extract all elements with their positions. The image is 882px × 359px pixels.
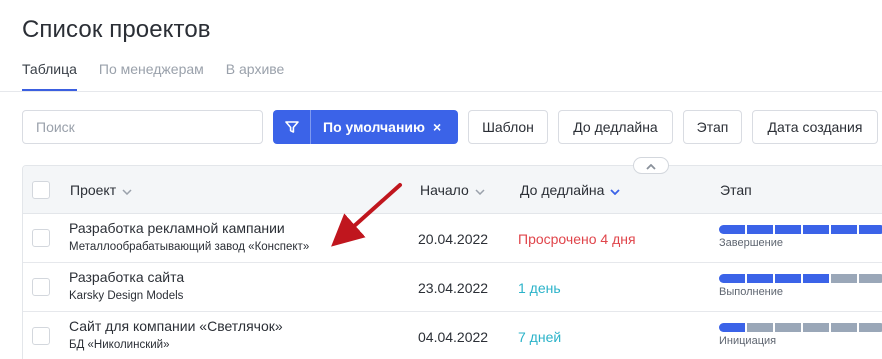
project-client: Металлообрабатывающий завод «Конспект» bbox=[69, 241, 310, 253]
table-header: Проект Начало До дедлайна Этап bbox=[23, 166, 882, 214]
chevron-up-icon bbox=[646, 157, 656, 175]
project-title[interactable]: Разработка сайта bbox=[69, 269, 184, 285]
select-all-checkbox[interactable] bbox=[32, 181, 50, 199]
view-tabs: Таблица По менеджерам В архиве bbox=[22, 61, 306, 91]
filter-label: По умолчанию bbox=[323, 119, 425, 135]
default-filter-button[interactable]: По умолчанию × bbox=[273, 110, 458, 144]
project-client: БД «Николинский» bbox=[69, 339, 170, 351]
stage-segment bbox=[775, 274, 801, 283]
chevron-down-icon bbox=[475, 182, 485, 198]
project-start-date: 04.04.2022 bbox=[418, 329, 489, 345]
search-input[interactable]: Поиск bbox=[22, 110, 263, 144]
stage-progress: Выполнение bbox=[719, 274, 882, 298]
chip-deadline[interactable]: До дедлайна bbox=[558, 110, 673, 144]
project-deadline: 1 день bbox=[518, 280, 561, 296]
close-icon[interactable]: × bbox=[433, 119, 441, 135]
page-title: Список проектов bbox=[22, 16, 211, 43]
stage-segment bbox=[831, 274, 857, 283]
stage-segments bbox=[719, 225, 882, 234]
stage-progress: Инициация bbox=[719, 323, 882, 347]
collapse-filters-button[interactable] bbox=[633, 157, 669, 174]
stage-segment bbox=[719, 225, 745, 234]
project-deadline: Просрочено 4 дня bbox=[518, 231, 636, 247]
chevron-down-icon bbox=[122, 182, 132, 198]
stage-segment bbox=[859, 323, 882, 332]
stage-segment bbox=[803, 274, 829, 283]
stage-segment bbox=[831, 225, 857, 234]
column-stage[interactable]: Этап bbox=[720, 182, 752, 198]
stage-segment bbox=[775, 323, 801, 332]
stage-segment bbox=[803, 225, 829, 234]
row-checkbox[interactable] bbox=[32, 278, 50, 296]
stage-segment bbox=[747, 274, 773, 283]
project-start-date: 20.04.2022 bbox=[418, 231, 489, 247]
search-placeholder: Поиск bbox=[36, 119, 75, 135]
chip-template[interactable]: Шаблон bbox=[468, 110, 548, 144]
stage-progress: Завершение bbox=[719, 225, 882, 249]
tab-archive[interactable]: В архиве bbox=[226, 61, 285, 90]
stage-segments bbox=[719, 274, 882, 283]
column-start[interactable]: Начало bbox=[420, 182, 485, 198]
table-row[interactable]: Сайт для компании «Светлячок» БД «Николи… bbox=[23, 312, 882, 359]
stage-segment bbox=[859, 225, 882, 234]
stage-segment bbox=[747, 323, 773, 332]
projects-table: Проект Начало До дедлайна Этап Разработк… bbox=[22, 165, 882, 359]
table-row[interactable]: Разработка рекламной кампании Металлообр… bbox=[23, 214, 882, 263]
chevron-down-icon bbox=[610, 182, 621, 198]
column-project-label: Проект bbox=[70, 182, 117, 198]
tabs-divider bbox=[0, 91, 882, 92]
project-title[interactable]: Разработка рекламной кампании bbox=[69, 220, 285, 236]
column-start-label: Начало bbox=[420, 182, 469, 198]
chip-stage[interactable]: Этап bbox=[683, 110, 742, 144]
row-checkbox[interactable] bbox=[32, 229, 50, 247]
tab-by-managers[interactable]: По менеджерам bbox=[99, 61, 204, 90]
filter-icon[interactable] bbox=[273, 110, 311, 144]
project-client: Karsky Design Models bbox=[69, 290, 184, 302]
stage-segment bbox=[831, 323, 857, 332]
project-title[interactable]: Сайт для компании «Светлячок» bbox=[69, 318, 283, 334]
stage-segment bbox=[775, 225, 801, 234]
stage-segment bbox=[719, 274, 745, 283]
stage-label: Завершение bbox=[719, 237, 783, 249]
chip-created-date[interactable]: Дата создания bbox=[752, 110, 878, 144]
column-stage-label: Этап bbox=[720, 182, 752, 198]
stage-segment bbox=[859, 274, 882, 283]
stage-label: Инициация bbox=[719, 335, 777, 347]
column-deadline[interactable]: До дедлайна bbox=[520, 182, 621, 198]
stage-segments bbox=[719, 323, 882, 332]
row-checkbox[interactable] bbox=[32, 327, 50, 345]
stage-segment bbox=[803, 323, 829, 332]
stage-segment bbox=[719, 323, 745, 332]
column-deadline-label: До дедлайна bbox=[520, 182, 605, 198]
project-start-date: 23.04.2022 bbox=[418, 280, 489, 296]
stage-label: Выполнение bbox=[719, 286, 784, 298]
column-project[interactable]: Проект bbox=[70, 182, 132, 198]
tab-table[interactable]: Таблица bbox=[22, 61, 77, 91]
project-deadline: 7 дней bbox=[518, 329, 562, 345]
stage-segment bbox=[747, 225, 773, 234]
table-row[interactable]: Разработка сайта Karsky Design Models 23… bbox=[23, 263, 882, 312]
